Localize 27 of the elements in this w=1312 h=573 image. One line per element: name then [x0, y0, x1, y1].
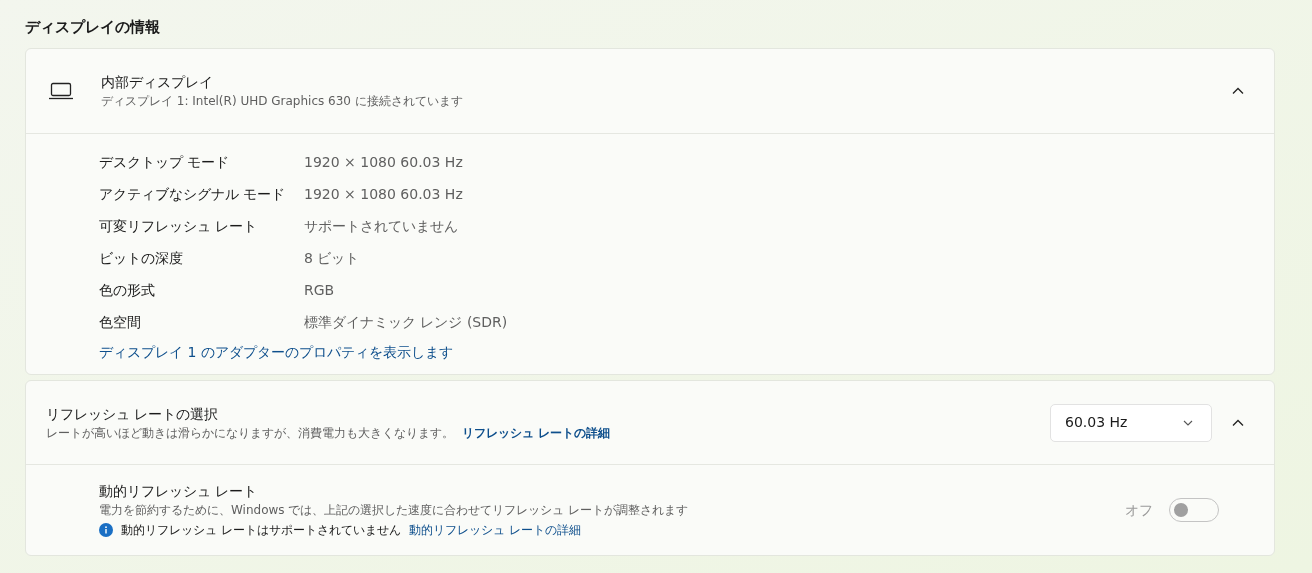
laptop-icon	[48, 81, 74, 101]
info-text: 動的リフレッシュ レートはサポートされていません	[121, 522, 401, 539]
property-value: 8 ビット	[304, 248, 360, 268]
card-title: 内部ディスプレイ	[101, 73, 214, 92]
property-value: 標準ダイナミック レンジ (SDR)	[304, 312, 508, 332]
card-subtitle: ディスプレイ 1: Intel(R) UHD Graphics 630 に接続されています	[101, 93, 464, 110]
setting-description: 電力を節約するために、Windows では、上記の選択した速度に合わせてリフレッシュ レートが調整されます	[99, 502, 690, 519]
refresh-rate-details-link[interactable]: リフレッシュ レートの詳細	[462, 423, 611, 442]
property-label: 色の形式	[99, 280, 156, 300]
setting-title: 動的リフレッシュ レート	[99, 482, 259, 501]
chevron-down-icon	[1183, 419, 1193, 426]
toggle-label: オフ	[1125, 500, 1153, 520]
card-title: リフレッシュ レートの選択	[46, 404, 220, 424]
refresh-rate-dropdown[interactable]: 60.03 Hz	[1050, 403, 1212, 442]
property-label: ビットの深度	[99, 248, 184, 268]
adapter-properties-link[interactable]: ディスプレイ 1 のアダプターのプロパティを表示します	[99, 340, 453, 364]
property-label: アクティブなシグナル モード	[99, 184, 287, 204]
property-label: デスクトップ モード	[99, 152, 231, 172]
property-value: サポートされていません	[304, 216, 458, 236]
property-value: 1920 × 1080 60.03 Hz	[304, 152, 463, 172]
card-description: レートが高いほど動きは滑らかになりますが、消費電力も大きくなります。	[46, 424, 454, 442]
info-icon	[99, 523, 113, 537]
section-title: ディスプレイの情報	[25, 17, 161, 38]
property-value: 1920 × 1080 60.03 Hz	[304, 184, 463, 204]
property-label: 可変リフレッシュ レート	[99, 216, 259, 236]
property-value: RGB	[304, 280, 335, 300]
property-label: 色空間	[99, 312, 142, 332]
